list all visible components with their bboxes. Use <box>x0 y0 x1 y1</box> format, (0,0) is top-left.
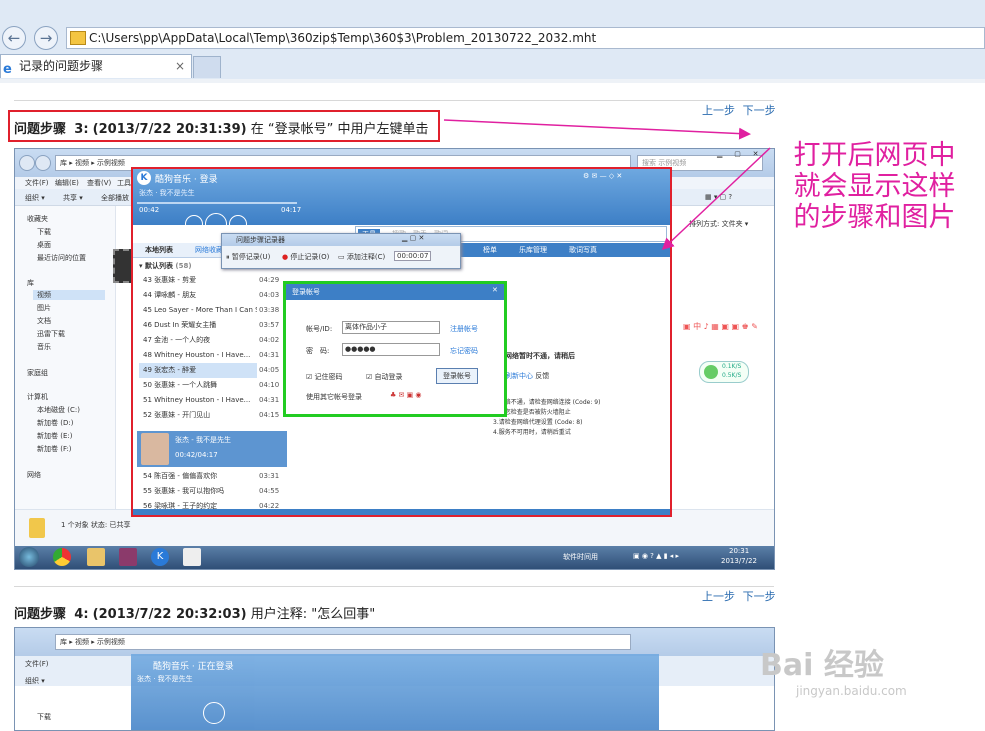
step4-desc: 用户注释: "怎么回事" <box>250 607 376 622</box>
step4-nav: 上一步 下一步 <box>702 588 776 604</box>
toolbar-organize[interactable]: 组织 ▾ <box>25 676 45 686</box>
prev-step-link[interactable]: 上一步 <box>702 590 735 603</box>
watermark-url: jingyan.baidu.com <box>796 684 907 698</box>
sidebar-item-downloads[interactable]: 下载 <box>37 712 51 722</box>
step4-title: 问题步骤 4: (2013/7/22 20:32:03) 用户注释: "怎么回事… <box>14 603 375 622</box>
explorer-titlebar: 库 ▸ 视频 ▸ 示例视频 <box>15 628 774 656</box>
step4-screenshot: 库 ▸ 视频 ▸ 示例视频 文件(F) 组织 ▾ 下载 酷狗音乐 · 正在登录 … <box>14 627 775 731</box>
step4-label: 问题步骤 <box>14 607 67 622</box>
kugou-window-2: 酷狗音乐 · 正在登录 张杰 · 我不是先生 <box>131 654 659 730</box>
next-step-link[interactable]: 下一步 <box>743 590 776 603</box>
arrow-to-content <box>661 147 771 251</box>
kugou-title: 酷狗音乐 · 正在登录 <box>153 662 234 672</box>
arrow-to-window <box>443 119 751 140</box>
separator <box>14 586 774 587</box>
pause-icon[interactable] <box>203 702 225 724</box>
baidu-watermark: Bai 经验 jingyan.baidu.com <box>760 640 970 700</box>
explorer-breadcrumb[interactable]: 库 ▸ 视频 ▸ 示例视频 <box>55 634 631 650</box>
step4-num: 4: <box>74 607 89 622</box>
kugou-now-playing: 张杰 · 我不是先生 <box>137 675 193 683</box>
step4-time: (2013/7/22 20:32:03) <box>92 607 247 622</box>
watermark-brand: Bai 经验 <box>760 648 884 683</box>
menu-file[interactable]: 文件(F) <box>25 659 49 669</box>
